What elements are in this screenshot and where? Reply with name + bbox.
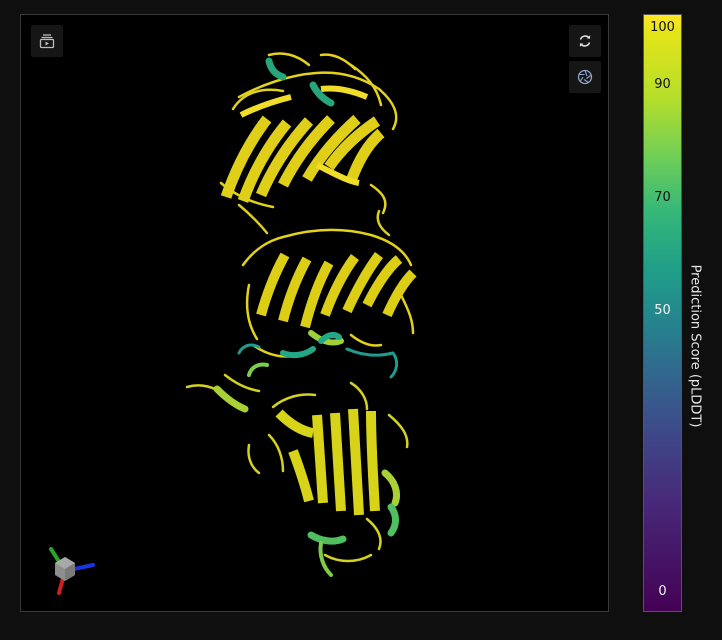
structure-viewer[interactable] — [20, 14, 609, 612]
scale-tick-0: 0 — [658, 584, 667, 599]
scale-tick-100: 100 — [650, 20, 675, 35]
scale-tick-90: 90 — [654, 77, 671, 92]
scale-tick-70: 70 — [654, 190, 671, 205]
color-scale-title: Prediction Score (pLDDT) — [687, 264, 703, 428]
scale-tick-50: 50 — [654, 303, 671, 318]
protein-structure-image — [185, 52, 417, 577]
plddt-color-scale: 100 90 70 50 0 — [643, 14, 682, 612]
xyz-axes-icon — [43, 543, 99, 603]
